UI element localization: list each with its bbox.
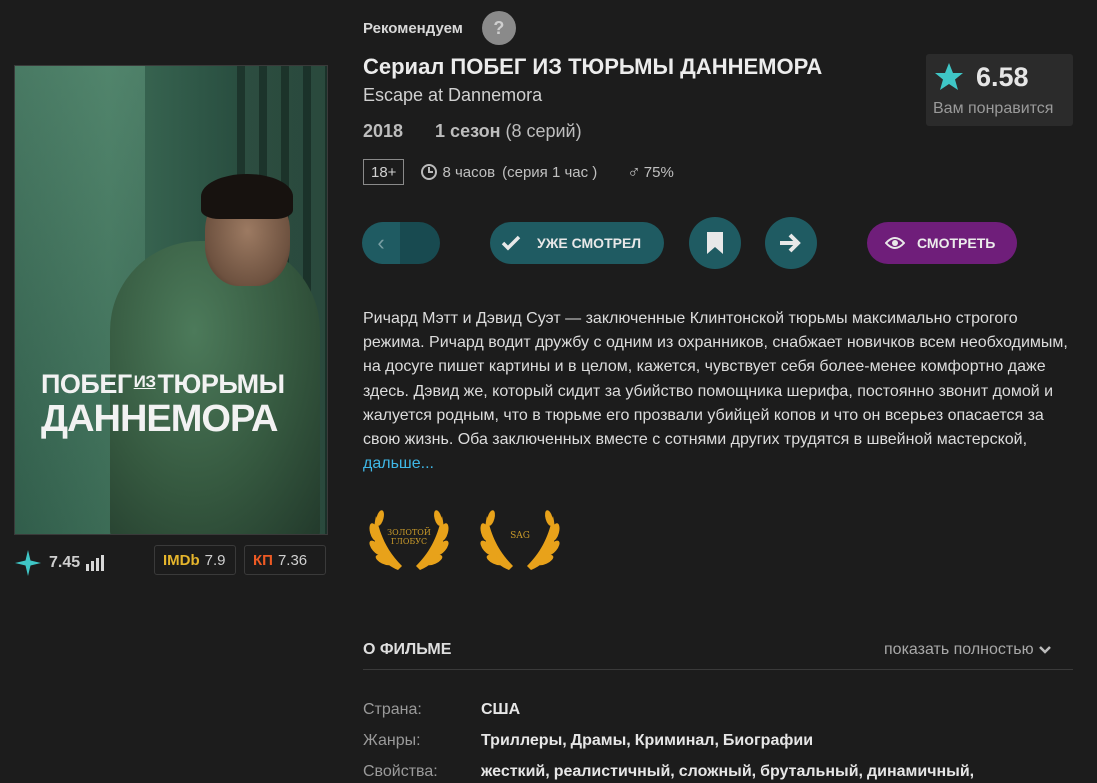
signal-bars-icon	[86, 555, 105, 571]
bookmark-button[interactable]	[689, 217, 741, 269]
year-season-row: 2018 1 сезон (8 серий)	[363, 121, 582, 142]
bookmark-icon	[707, 232, 723, 254]
chevron-down-icon	[1038, 646, 1051, 654]
poster-title-word: ПОБЕГ	[41, 369, 132, 399]
chevron-left-icon: ‹	[362, 222, 400, 264]
page-title: Сериал ПОБЕГ ИЗ ТЮРЬМЫ ДАННЕМОРА	[363, 54, 823, 79]
age-rating-badge: 18+	[363, 159, 405, 185]
release-year[interactable]: 2018	[363, 121, 403, 142]
male-percent: 75%	[643, 163, 674, 181]
predicted-score-label: Вам понравится	[933, 100, 1054, 117]
kp-label: КП	[253, 551, 273, 569]
genres-label: Жанры:	[363, 732, 421, 749]
meta-row: 18+ 8 часов (серия 1 час ) ♂ 75%	[363, 159, 674, 185]
poster-title-line1: ПОБЕГ ИЗТЮРЬМЫ	[41, 371, 321, 398]
duration-info: 8 часов (серия 1 час )	[421, 164, 597, 181]
description-text: Ричард Мэтт и Дэвид Суэт — заключенные К…	[363, 310, 1068, 449]
award-label-line: SAG	[510, 531, 530, 541]
total-duration: 8 часов	[442, 163, 496, 181]
property-link[interactable]: брутальный,	[760, 763, 863, 781]
award-label-line: ГЛОБУС	[390, 537, 428, 546]
country-label: Страна:	[363, 701, 422, 718]
property-link[interactable]: жесткий,	[481, 763, 550, 781]
predicted-score-box[interactable]: 6.58 Вам понравится	[926, 54, 1073, 126]
share-button[interactable]	[765, 217, 817, 269]
show-all-label: показать полностью	[884, 641, 1034, 658]
ratings-row: 7.45 IMDb 7.9 КП 7.36	[14, 545, 334, 577]
imdb-value: 7.9	[204, 551, 226, 569]
genre-link[interactable]: Криминал,	[635, 732, 719, 750]
season-count: 1 сезон	[435, 121, 501, 141]
genre-link[interactable]: Триллеры,	[481, 732, 567, 750]
already-watched-button[interactable]: УЖЕ СМОТРЕЛ	[490, 222, 664, 264]
properties-row: Свойства: жесткий, реалистичный, сложный…	[363, 763, 974, 781]
read-more-link[interactable]: дальше...	[363, 455, 434, 472]
male-icon: ♂	[627, 161, 641, 182]
episode-count: (8 серий)	[505, 121, 582, 141]
original-title: Escape at Dannemora	[363, 85, 543, 105]
site-rating[interactable]: 7.45	[14, 549, 105, 577]
movie-poster[interactable]: ПОБЕГ ИЗТЮРЬМЫ ДАННЕМОРА	[14, 65, 328, 535]
poster-title-word: ТЮРЬМЫ	[157, 369, 286, 399]
genre-link[interactable]: Драмы,	[571, 732, 631, 750]
property-link[interactable]: динамичный,	[867, 763, 974, 781]
property-link[interactable]: реалистичный,	[554, 763, 675, 781]
genres-row: Жанры: Триллеры, Драмы, Криминал, Биогра…	[363, 732, 813, 750]
watch-label: СМОТРЕТЬ	[917, 235, 996, 251]
imdb-rating-badge[interactable]: IMDb 7.9	[154, 545, 236, 575]
property-link[interactable]: сложный,	[679, 763, 756, 781]
award-label-line: ЗОЛОТОЙ	[387, 528, 431, 537]
kp-rating-badge[interactable]: КП 7.36	[244, 545, 326, 575]
country-link[interactable]: США	[481, 701, 520, 719]
back-button-fill	[400, 222, 440, 264]
award-golden-globe[interactable]: ЗОЛОТОЙ ГЛОБУС	[368, 502, 450, 574]
imdb-label: IMDb	[163, 551, 200, 569]
person-star-icon	[935, 63, 963, 90]
help-icon[interactable]: ?	[481, 11, 516, 45]
clock-icon	[421, 164, 438, 180]
genre-link[interactable]: Биографии	[723, 732, 813, 750]
about-heading: О ФИЛЬМЕ	[363, 641, 452, 658]
arrow-right-icon	[780, 233, 801, 253]
audience-gender: ♂ 75%	[627, 162, 674, 183]
recommend-label: Рекомендуем	[363, 19, 463, 37]
sparkle-star-icon	[15, 550, 41, 576]
country-row: Страна: США	[363, 701, 520, 719]
properties-label: Свойства:	[363, 763, 438, 780]
site-rating-value: 7.45	[49, 554, 81, 571]
poster-title-line2: ДАННЕМОРА	[41, 398, 278, 440]
award-label: ЗОЛОТОЙ ГЛОБУС	[368, 528, 450, 546]
description: Ричард Мэтт и Дэвид Суэт — заключенные К…	[363, 307, 1075, 476]
poster-title: ПОБЕГ ИЗТЮРЬМЫ ДАННЕМОРА	[41, 371, 321, 440]
watch-button[interactable]: СМОТРЕТЬ	[867, 222, 1017, 264]
award-sag[interactable]: SAG	[479, 502, 561, 574]
divider	[363, 669, 1073, 670]
show-all-link[interactable]: показать полностью	[884, 641, 1051, 659]
back-button[interactable]: ‹	[362, 222, 440, 264]
episode-duration: (серия 1 час )	[502, 163, 598, 181]
recommend-header: Рекомендуем ?	[363, 11, 516, 45]
already-watched-label: УЖЕ СМОТРЕЛ	[537, 235, 642, 251]
kp-value: 7.36	[277, 551, 308, 569]
check-icon	[501, 235, 521, 251]
eye-icon	[885, 237, 905, 249]
award-label: SAG	[479, 532, 561, 541]
season-info: 1 сезон (8 серий)	[435, 121, 582, 142]
predicted-score-value: 6.58	[976, 62, 1029, 92]
poster-title-small-word: ИЗ	[133, 372, 156, 391]
poster-figure-hair	[201, 174, 293, 219]
